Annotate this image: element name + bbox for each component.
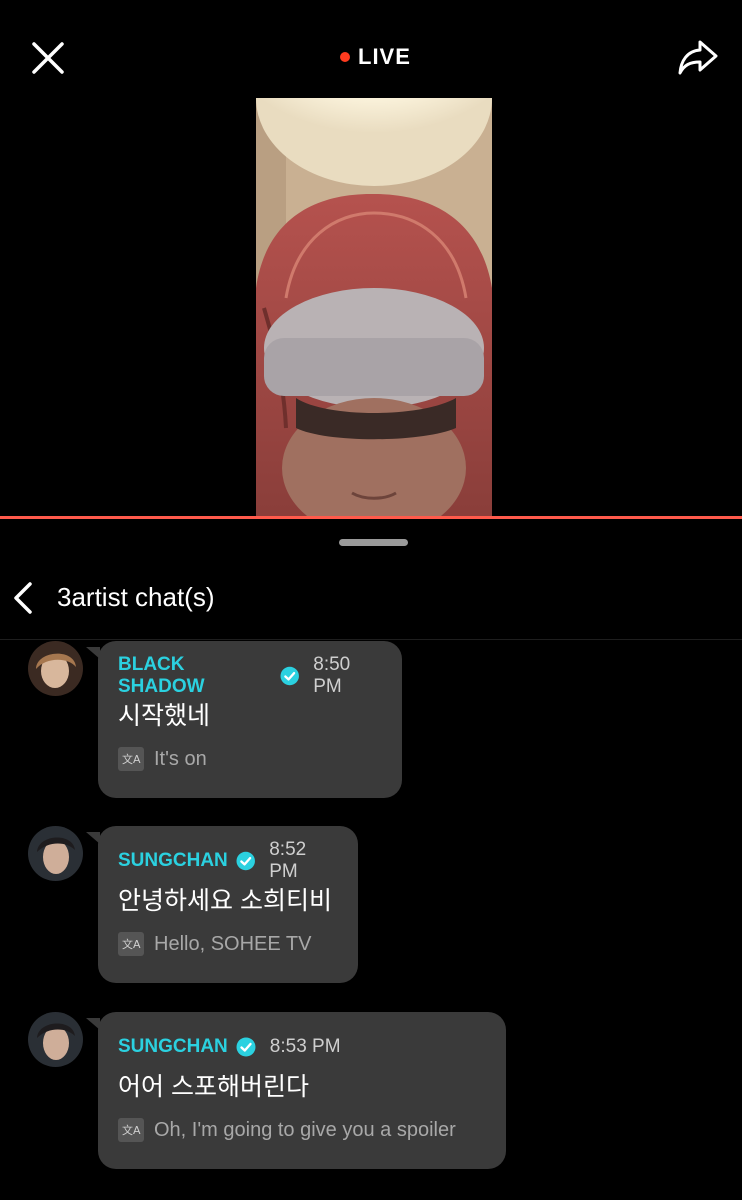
live-video-frame [256,98,492,516]
author-name[interactable]: SUNGCHAN [118,850,228,872]
translation-row: 文A It's on [118,747,382,771]
chat-header: 3artist chat(s) [0,560,742,640]
avatar-image [28,1012,83,1067]
translation-row: 文A Hello, SOHEE TV [118,932,338,956]
chat-title: 3artist chat(s) [57,582,215,612]
translate-icon: 文A [118,932,144,956]
message-time: 8:50 PM [313,654,351,697]
avatar[interactable] [28,826,83,881]
streamer-video-image [256,98,492,516]
translation-row: 文A Oh, I'm going to give you a spoiler [118,1118,486,1142]
live-label: LIVE [358,44,411,69]
message-text: 시작했네 [118,702,211,730]
live-indicator: LIVE [340,44,411,70]
top-bar: LIVE [0,0,742,100]
avatar-image [28,641,83,696]
sheet-drag-handle[interactable] [339,539,408,546]
close-button[interactable] [28,38,68,78]
translate-icon: 文A [118,1118,144,1142]
translation-text: Hello, SOHEE TV [154,932,312,955]
message-bubble[interactable]: SUNGCHAN 8:53 PM 어어 스포해버린다 文A Oh, I'm go… [86,1012,506,1169]
message-bubble[interactable]: SUNGCHAN 8:52 PM 안녕하세요 소희티비 文A Hello, SO… [86,826,358,983]
translation-text: It's on [154,747,207,770]
share-icon [678,40,718,75]
share-button[interactable] [676,38,720,78]
author-name[interactable]: BLACK SHADOW [118,654,272,698]
message-time: 8:53 PM [269,1036,341,1057]
translate-icon: 文A [118,747,144,771]
svg-text:文A: 文A [122,1123,141,1137]
author-name[interactable]: SUNGCHAN [118,1036,228,1058]
avatar[interactable] [28,641,83,696]
video-player[interactable] [0,98,742,516]
avatar-image [28,826,83,881]
svg-text:文A: 文A [122,752,141,766]
svg-text:文A: 文A [122,937,141,951]
video-progress-bar [0,516,742,519]
translation-text: Oh, I'm going to give you a spoiler [154,1118,456,1141]
message-text: 안녕하세요 소희티비 [118,887,332,915]
back-button[interactable] [10,580,38,616]
verified-badge-icon [236,851,255,871]
close-icon [32,42,64,74]
verified-badge-icon [236,1037,256,1057]
message-text: 어어 스포해버린다 [118,1073,309,1101]
chevron-left-icon [14,582,32,614]
live-dot-icon [340,52,350,62]
message-bubble[interactable]: BLACK SHADOW 8:50 PM 시작했네 文A It's on [86,641,402,798]
message-time: 8:52 PM [269,839,307,882]
verified-badge-icon [280,666,299,686]
avatar[interactable] [28,1012,83,1067]
